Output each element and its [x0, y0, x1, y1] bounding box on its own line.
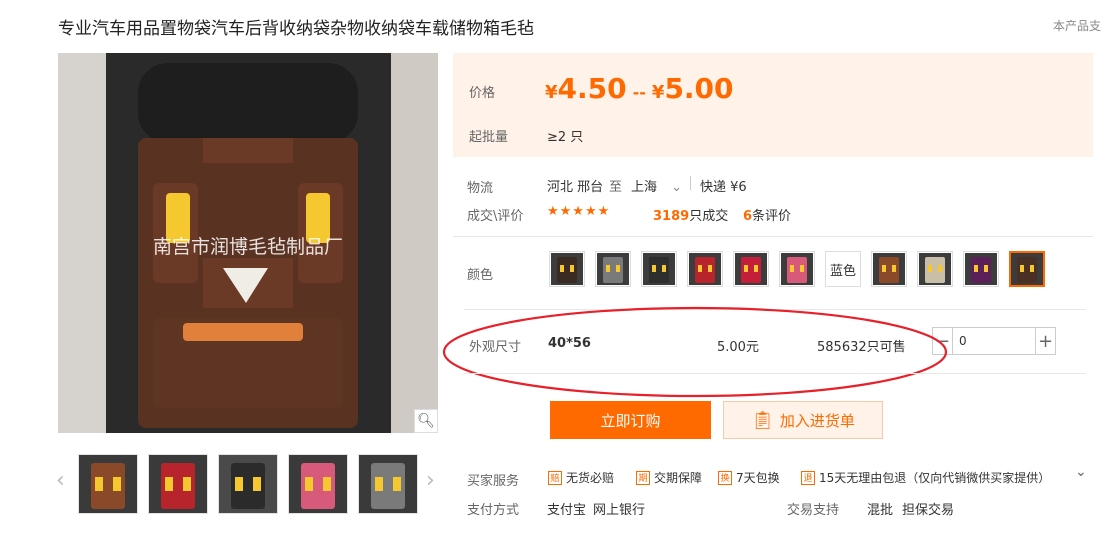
review-count[interactable]: 6条评价	[743, 205, 791, 224]
support-note[interactable]: 本产品支	[1053, 17, 1101, 34]
delivery-guarantee-icon: 期	[636, 470, 650, 485]
thumbnail-brown[interactable]	[78, 454, 138, 514]
moq-label: 起批量	[469, 130, 509, 145]
ship-to-select[interactable]: 上海 ⌄	[631, 176, 682, 195]
services-label: 买家服务	[467, 474, 520, 489]
color-swatch[interactable]: 蓝色	[825, 251, 861, 287]
thumbnail-grey[interactable]	[358, 454, 418, 514]
deal-count[interactable]: 3189只成交	[653, 205, 728, 224]
product-photo: 南宫市润博毛毡制品厂	[58, 53, 438, 433]
add-to-cart-button[interactable]: 📋︎ 加入进货单	[723, 401, 883, 439]
service-item[interactable]: 期交期保障	[636, 469, 702, 486]
product-title: 专业汽车用品置物袋汽车后背收纳袋杂物收纳袋车载储物箱毛毡	[58, 19, 534, 39]
trade-support-item: 混批	[867, 503, 894, 518]
add-to-cart-label: 加入进货单	[779, 411, 855, 430]
deals-label: 成交\评价	[467, 209, 524, 224]
price-min: 4.50	[557, 72, 627, 105]
trade-support-label: 交易支持	[787, 503, 840, 518]
watermark-text: 南宫市润博毛毡制品厂	[153, 236, 343, 258]
rating-stars: ★★★★★	[547, 204, 611, 219]
color-swatch[interactable]	[917, 251, 953, 287]
thumbnail-black[interactable]	[218, 454, 278, 514]
buy-now-button[interactable]: 立即订购	[550, 401, 711, 439]
color-swatch-label: 蓝色	[829, 263, 856, 279]
exchange-icon: 换	[718, 470, 732, 485]
price-label: 价格	[469, 86, 496, 101]
color-swatch[interactable]	[595, 251, 631, 287]
chevron-down-icon[interactable]: ⌄	[1075, 464, 1087, 480]
color-swatch[interactable]	[1009, 251, 1045, 287]
thumb-prev-arrow-icon[interactable]: ‹	[56, 468, 65, 493]
moq-value: ≥2 只	[547, 130, 584, 145]
service-item[interactable]: 赔无货必赔	[548, 469, 614, 486]
divider	[690, 176, 691, 190]
price-range: ¥4.50 -- ¥5.00	[545, 72, 734, 105]
thumbnail-pink[interactable]	[288, 454, 348, 514]
express-fee: 快递 ¥6	[700, 180, 747, 195]
service-item[interactable]: 退 15天无理由包退（仅向代销微供买家提供）	[801, 469, 1050, 486]
color-swatch[interactable]	[549, 251, 585, 287]
chevron-down-icon: ⌄	[671, 180, 683, 195]
payment-label: 支付方式	[467, 503, 520, 518]
zoom-icon[interactable]: 🔍︎	[414, 409, 438, 433]
color-swatch[interactable]	[779, 251, 815, 287]
thumb-next-arrow-icon[interactable]: ›	[426, 468, 435, 493]
section-divider	[464, 373, 1086, 374]
color-swatch[interactable]	[963, 251, 999, 287]
annotation-ellipse	[442, 306, 948, 398]
main-product-image[interactable]: 南宫市润博毛毡制品厂	[58, 53, 438, 433]
color-swatch[interactable]	[641, 251, 677, 287]
trade-support-item: 担保交易	[902, 503, 955, 518]
ship-to-word: 至	[609, 180, 623, 195]
price-max: 5.00	[664, 72, 734, 105]
color-swatch[interactable]	[871, 251, 907, 287]
return-icon: 退	[801, 470, 815, 485]
color-label: 颜色	[467, 268, 494, 283]
payment-method: 支付宝	[547, 503, 587, 518]
guarantee-icon: 赔	[548, 470, 562, 485]
thumbnail-red[interactable]	[148, 454, 208, 514]
payment-method: 网上银行	[593, 503, 646, 518]
section-divider	[453, 236, 1093, 237]
increment-button[interactable]: +	[1036, 328, 1055, 354]
color-swatch[interactable]	[733, 251, 769, 287]
color-swatch[interactable]	[687, 251, 723, 287]
logistics-label: 物流	[467, 181, 494, 196]
service-item[interactable]: 换 7天包换	[718, 469, 780, 486]
clipboard-icon: 📋︎	[751, 409, 774, 431]
quantity-input[interactable]	[952, 328, 1036, 354]
ship-from: 河北 邢台	[547, 180, 604, 195]
